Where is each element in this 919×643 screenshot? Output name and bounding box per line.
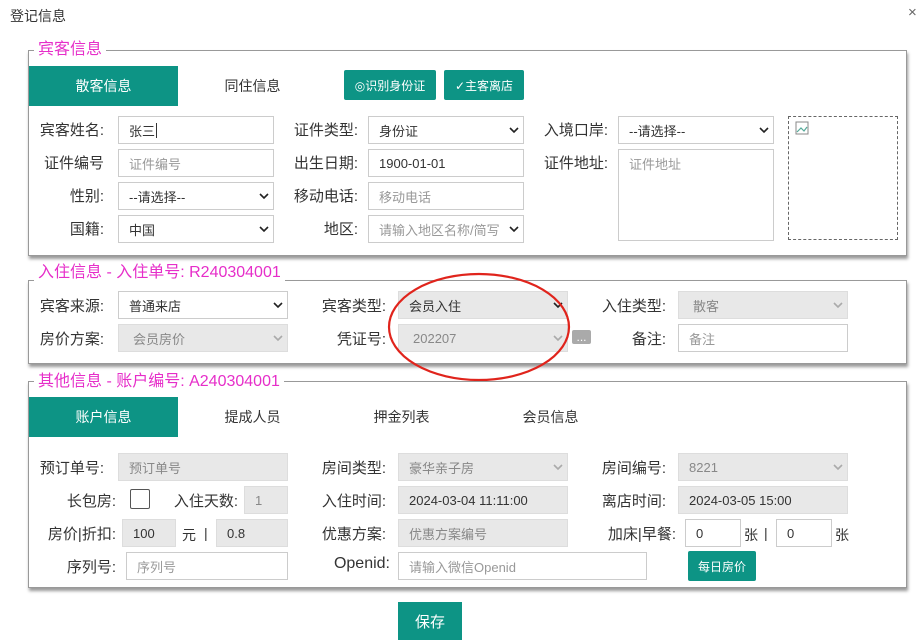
chevron-down-icon bbox=[833, 462, 843, 472]
serial-number-input[interactable]: 序列号 bbox=[126, 552, 288, 580]
birth-date-label: 出生日期: bbox=[293, 155, 358, 172]
gender-label: 性别: bbox=[69, 188, 104, 205]
chevron-down-icon bbox=[509, 224, 519, 234]
price-separator: | bbox=[204, 525, 208, 541]
openid-label: Openid: bbox=[333, 555, 390, 572]
nationality-select[interactable]: 中国 bbox=[118, 215, 274, 243]
guest-type-label: 宾客类型: bbox=[321, 298, 386, 315]
price-discount-label: 房价|折扣: bbox=[47, 526, 116, 543]
extra-bed-input[interactable]: 0 bbox=[685, 519, 741, 547]
promo-plan-input[interactable]: 优惠方案编号 bbox=[398, 519, 568, 547]
save-button[interactable]: 保存 bbox=[398, 602, 462, 640]
tab-account-info[interactable]: 账户信息 bbox=[29, 397, 178, 437]
checkout-primary-button[interactable]: ✓主客离店 bbox=[444, 70, 524, 100]
id-type-label: 证件类型: bbox=[293, 122, 358, 139]
stay-type-label: 入住类型: bbox=[601, 298, 666, 315]
promo-plan-label: 优惠方案: bbox=[321, 526, 386, 543]
birth-date-input[interactable]: 1900-01-01 bbox=[368, 149, 524, 177]
checkin-time-label: 入住时间: bbox=[321, 493, 386, 510]
entry-port-select[interactable]: --请选择-- bbox=[618, 116, 774, 144]
checkout-time-input[interactable]: 2024-03-05 15:00 bbox=[678, 486, 848, 514]
room-type-select[interactable]: 豪华亲子房 bbox=[398, 453, 568, 481]
checkin-time-input[interactable]: 2024-03-04 11:11:00 bbox=[398, 486, 568, 514]
tab-walkin-guest[interactable]: 散客信息 bbox=[29, 66, 178, 106]
daily-price-button[interactable]: 每日房价 bbox=[688, 551, 756, 581]
discount-input[interactable]: 0.8 bbox=[216, 519, 288, 547]
chevron-down-icon bbox=[259, 191, 269, 201]
extra-bed-breakfast-label: 加床|早餐: bbox=[607, 526, 676, 543]
region-label: 地区: bbox=[323, 221, 358, 238]
annotation-ellipse bbox=[387, 272, 571, 382]
broken-image-icon bbox=[795, 121, 809, 135]
chevron-down-icon bbox=[833, 300, 843, 310]
id-number-label: 证件编号 bbox=[43, 155, 104, 172]
tab-commission-staff[interactable]: 提成人员 bbox=[178, 397, 327, 437]
booking-number-label: 预订单号: bbox=[39, 460, 104, 477]
chevron-down-icon bbox=[553, 462, 563, 472]
openid-input[interactable]: 请输入微信Openid bbox=[398, 552, 647, 580]
stay-days-input[interactable]: 1 bbox=[244, 486, 288, 514]
voucher-label: 凭证号: bbox=[336, 331, 386, 348]
entry-port-label: 入境口岸: bbox=[543, 122, 608, 139]
checkout-time-label: 离店时间: bbox=[601, 493, 666, 510]
guest-source-label: 宾客来源: bbox=[39, 298, 104, 315]
stay-days-label: 入住天数: bbox=[173, 493, 238, 510]
extra-bed-unit: 张 bbox=[744, 527, 758, 543]
gender-select[interactable]: --请选择-- bbox=[118, 182, 274, 210]
guest-source-select[interactable]: 普通来店 bbox=[118, 291, 288, 319]
stay-type-select[interactable]: 散客 bbox=[678, 291, 848, 319]
price-plan-label: 房价方案: bbox=[39, 331, 104, 348]
booking-number-input[interactable]: 预订单号 bbox=[118, 453, 288, 481]
chevron-down-icon bbox=[273, 333, 283, 343]
room-type-label: 房间类型: bbox=[321, 460, 386, 477]
chevron-down-icon bbox=[759, 125, 769, 135]
mobile-input[interactable]: 移动电话 bbox=[368, 182, 524, 210]
yuan-unit: 元 bbox=[182, 527, 196, 543]
tab-deposit-list[interactable]: 押金列表 bbox=[327, 397, 476, 437]
dialog-title: 登记信息 bbox=[10, 8, 66, 24]
extra-separator: | bbox=[764, 525, 768, 541]
nationality-label: 国籍: bbox=[69, 221, 104, 238]
id-number-input[interactable]: 证件编号 bbox=[118, 149, 274, 177]
remark-label: 备注: bbox=[631, 331, 666, 348]
id-address-textarea[interactable]: 证件地址 bbox=[618, 149, 774, 241]
room-price-input[interactable]: 100 bbox=[122, 519, 176, 547]
checkin-info-legend: 入住信息 - 入住单号: R240304001 bbox=[34, 264, 285, 282]
mobile-label: 移动电话: bbox=[293, 188, 358, 205]
guest-info-legend: 宾客信息 bbox=[34, 41, 107, 59]
other-info-legend: 其他信息 - 账户编号: A240304001 bbox=[34, 373, 284, 391]
tab-co-resident[interactable]: 同住信息 bbox=[178, 66, 327, 106]
close-icon[interactable]: × bbox=[908, 4, 917, 21]
chevron-down-icon bbox=[259, 224, 269, 234]
guest-name-input[interactable]: 张三 bbox=[118, 116, 274, 144]
remark-input[interactable]: 备注 bbox=[678, 324, 848, 352]
id-type-select[interactable]: 身份证 bbox=[368, 116, 524, 144]
guest-name-label: 宾客姓名: bbox=[39, 122, 104, 139]
id-address-label: 证件地址: bbox=[543, 155, 608, 172]
room-number-label: 房间编号: bbox=[601, 460, 666, 477]
price-plan-select[interactable]: 会员房价 bbox=[118, 324, 288, 352]
scan-id-button[interactable]: ◎识别身份证 bbox=[344, 70, 436, 100]
serial-number-label: 序列号: bbox=[66, 559, 116, 576]
tab-member-info[interactable]: 会员信息 bbox=[476, 397, 625, 437]
room-number-select[interactable]: 8221 bbox=[678, 453, 848, 481]
id-photo-frame bbox=[788, 116, 898, 240]
breakfast-input[interactable]: 0 bbox=[776, 519, 832, 547]
chevron-down-icon bbox=[509, 125, 519, 135]
region-input[interactable]: 请输入地区名称/简写 bbox=[368, 215, 524, 243]
long-stay-label: 长包房: bbox=[66, 493, 116, 510]
chevron-down-icon bbox=[273, 300, 283, 310]
long-stay-checkbox[interactable] bbox=[130, 489, 150, 509]
breakfast-unit: 张 bbox=[835, 527, 849, 543]
